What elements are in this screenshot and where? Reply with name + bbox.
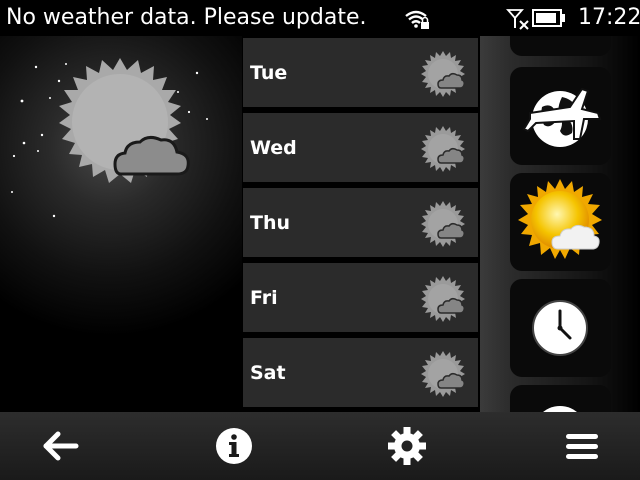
settings-button[interactable]	[385, 426, 429, 466]
app-tile-travel[interactable]	[510, 67, 611, 165]
sun-cloud-icon	[419, 200, 467, 248]
travel-globe-icon	[522, 87, 602, 147]
battery-icon	[532, 9, 566, 27]
menu-button[interactable]	[560, 426, 604, 466]
sun-cloud-icon	[419, 275, 467, 323]
forecast-day-label: Fri	[250, 286, 278, 309]
forecast-row-sat[interactable]: Sat	[243, 338, 478, 407]
forecast-day-label: Thu	[250, 211, 291, 234]
back-button[interactable]	[38, 426, 82, 466]
sun-cloud-icon	[419, 50, 467, 98]
wifi-locked-icon	[404, 8, 430, 30]
app-tile-partial-top[interactable]	[510, 36, 611, 56]
gear-icon	[388, 427, 426, 465]
forecast-day-label: Wed	[250, 136, 297, 159]
no-signal-icon	[506, 8, 530, 30]
app-tile-clock[interactable]	[510, 279, 611, 377]
sun-cloud-icon	[45, 56, 195, 206]
status-bar: No weather data. Please update. 17:22	[0, 0, 640, 36]
current-weather-panel[interactable]	[0, 36, 242, 412]
app-tile-weather[interactable]	[510, 173, 611, 271]
app-tile-partial-bottom[interactable]	[510, 385, 611, 412]
clock-icon	[532, 300, 588, 356]
info-button[interactable]	[212, 426, 256, 466]
forecast-row-thu[interactable]: Thu	[243, 188, 478, 257]
menu-icon	[566, 434, 598, 459]
back-arrow-icon	[43, 431, 79, 461]
forecast-row-fri[interactable]: Fri	[243, 263, 478, 332]
forecast-list: Tue Wed Thu Fri Sat	[242, 36, 480, 412]
forecast-day-label: Tue	[250, 61, 288, 84]
info-icon	[216, 428, 252, 464]
app-switcher-panel	[480, 36, 640, 412]
sun-cloud-icon	[419, 125, 467, 173]
partial-app-icon	[543, 406, 577, 412]
status-message: No weather data. Please update.	[6, 5, 367, 30]
bottom-toolbar	[0, 412, 640, 480]
sun-cloud-icon	[419, 350, 467, 398]
forecast-row-wed[interactable]: Wed	[243, 113, 478, 182]
forecast-row-tue[interactable]: Tue	[243, 38, 478, 107]
clock-time: 17:22	[578, 5, 640, 30]
forecast-day-label: Sat	[250, 361, 286, 384]
weather-icon	[518, 179, 602, 259]
